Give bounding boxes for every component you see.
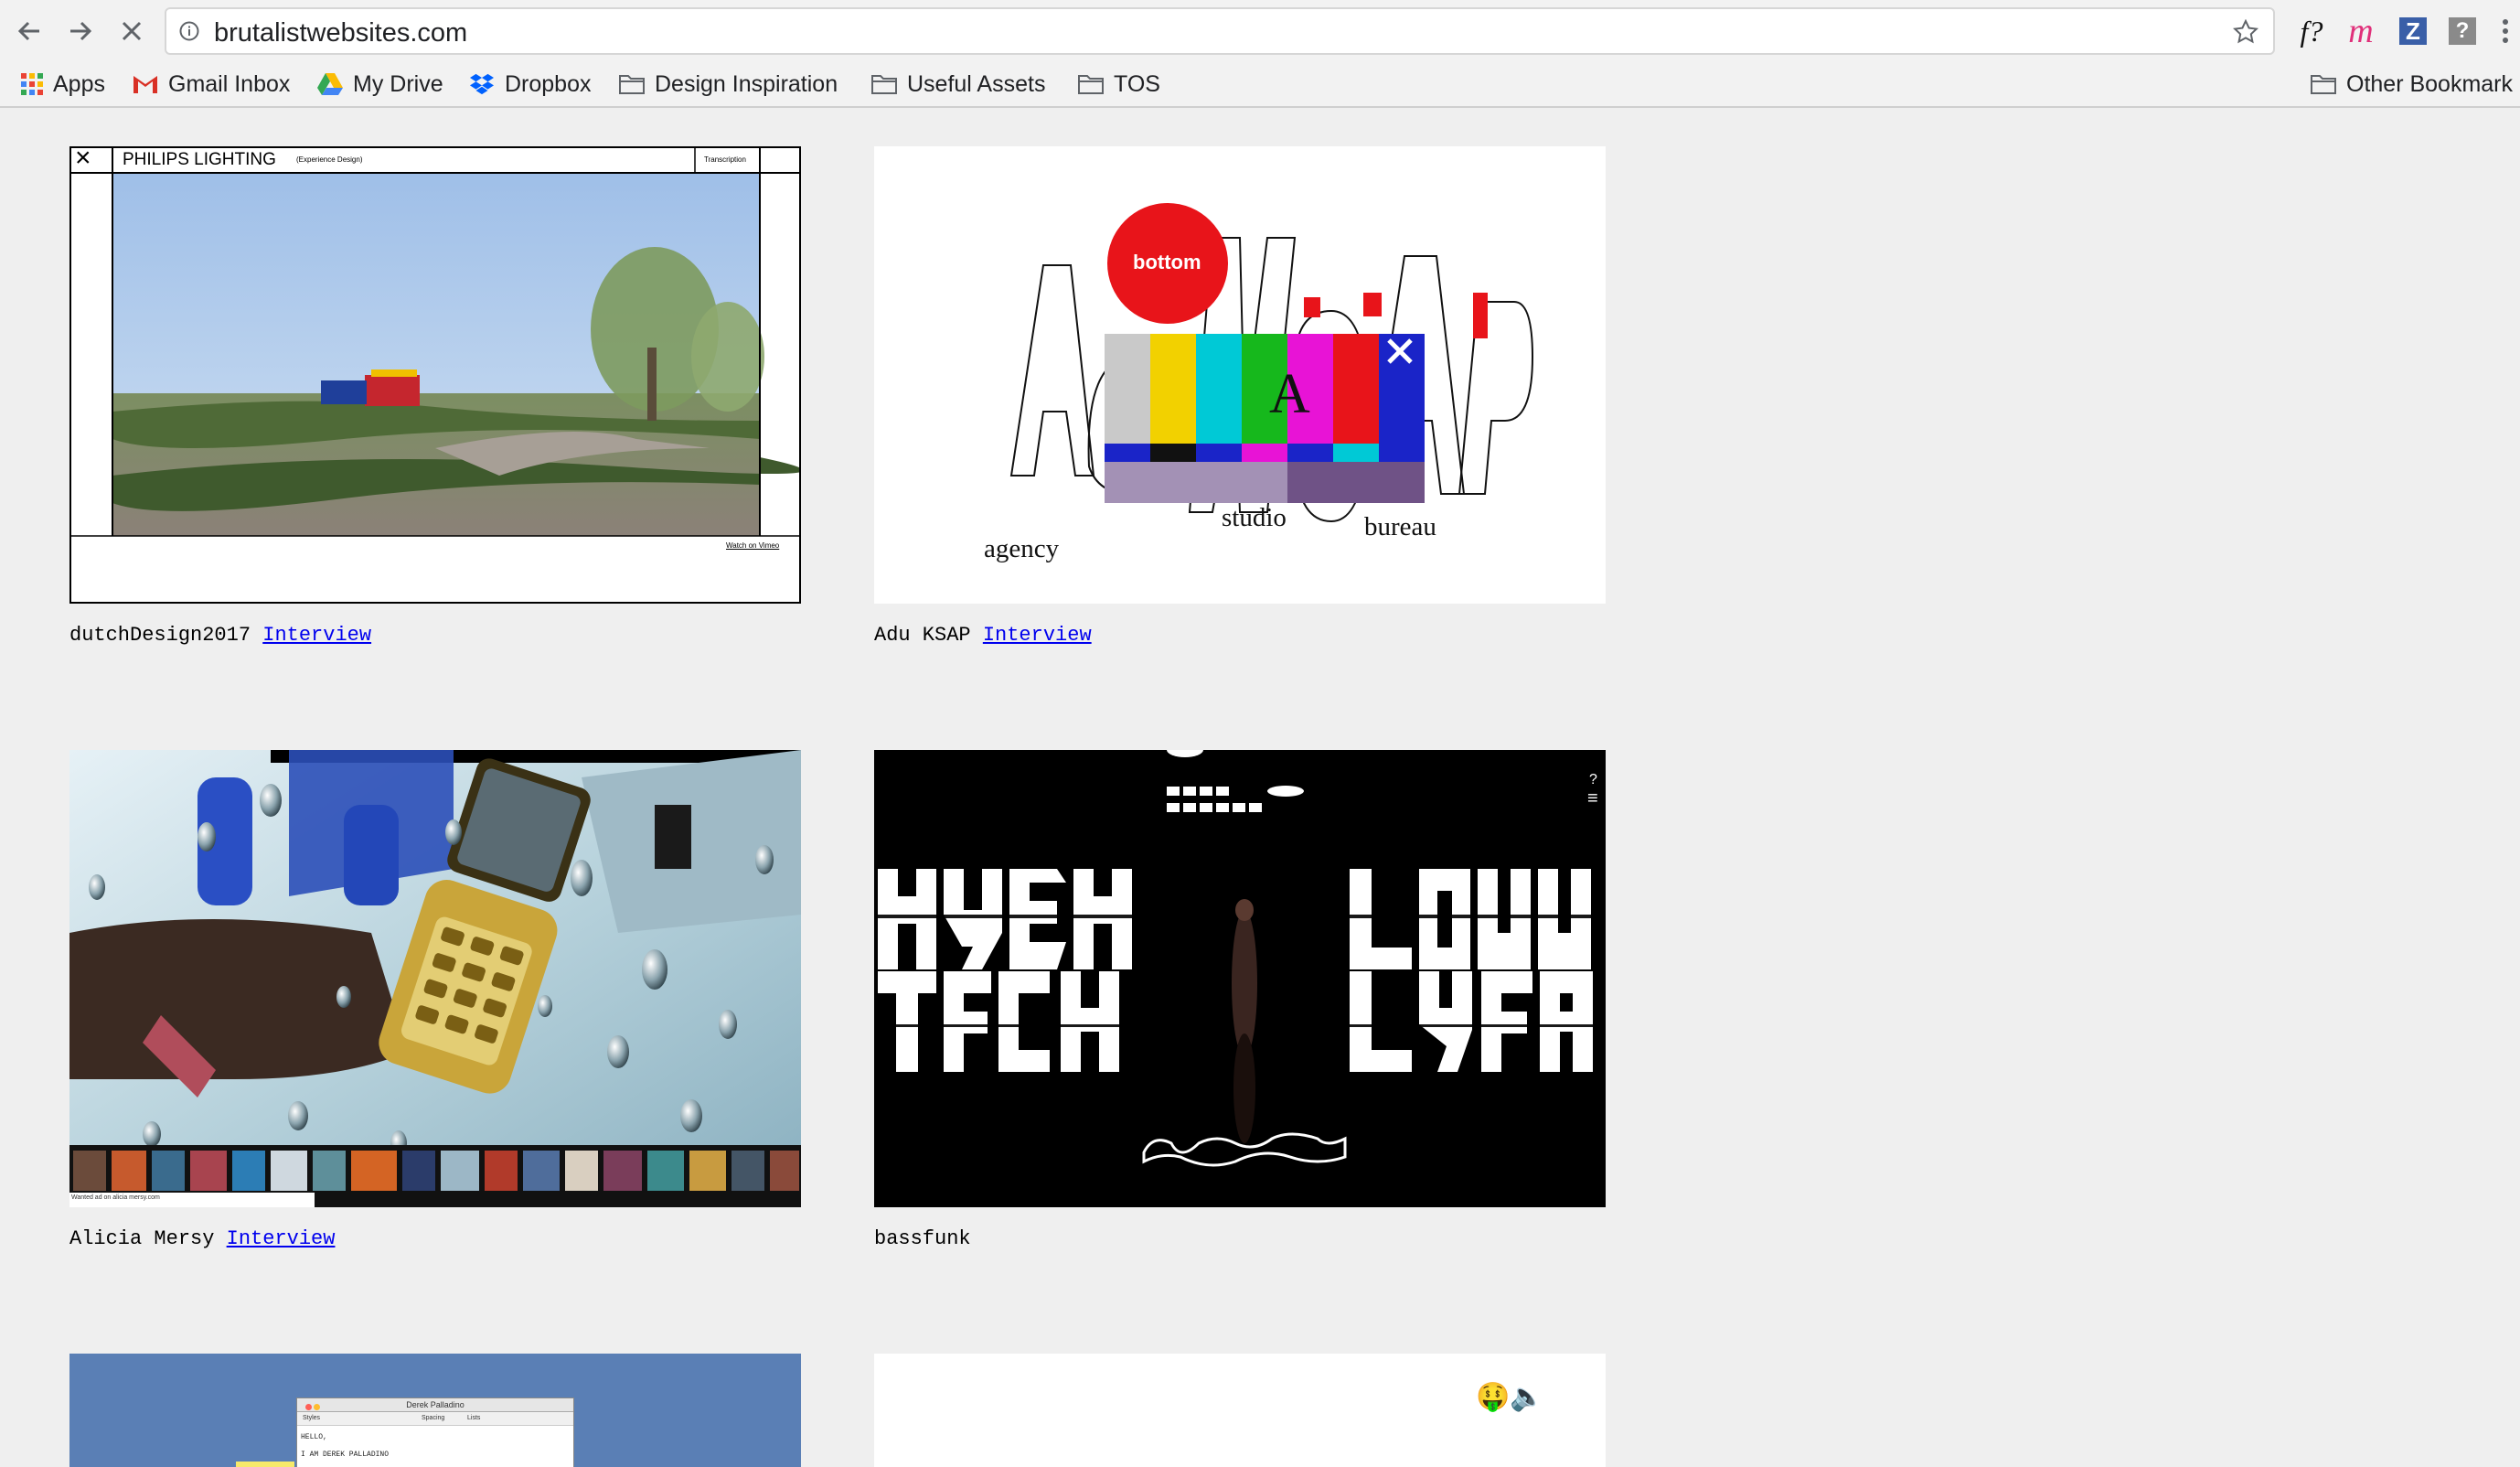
word-toolbar: Styles Spacing Lists: [297, 1412, 573, 1426]
kebab-menu-icon: [2503, 19, 2508, 43]
close-x-icon: [122, 21, 142, 41]
bookmark-other-bookmarks[interactable]: Other Bookmark: [2310, 68, 2513, 101]
document-text-1: HELLO,: [301, 1433, 327, 1441]
minimize-dot-icon[interactable]: [314, 1404, 321, 1410]
forward-button[interactable]: [60, 11, 101, 51]
m-extension-button[interactable]: m: [2343, 12, 2379, 50]
browser-toolbar: brutalistwebsites.com f? m Z ?: [0, 0, 2520, 62]
stop-loading-button[interactable]: [112, 11, 152, 51]
interview-link[interactable]: Interview: [983, 624, 1092, 647]
gmail-icon: [133, 76, 157, 93]
window-titlebar: Derek Palladino: [297, 1398, 573, 1423]
bookmark-label: Design Inspiration: [655, 70, 838, 97]
browser-menu-button[interactable]: [2496, 13, 2515, 49]
hamburger-menu-icon[interactable]: ≡: [1587, 788, 1598, 809]
spacing-dropdown[interactable]: Spacing: [422, 1412, 444, 1425]
bottom-circle-label[interactable]: bottom: [1133, 251, 1201, 274]
bassfunk-screenshot: [874, 750, 1606, 1207]
folder-icon: [871, 75, 897, 94]
bookmark-useful-assets[interactable]: Useful Assets: [870, 68, 1045, 101]
drive-icon: [317, 73, 343, 95]
bookmark-label: My Drive: [353, 70, 443, 97]
back-button[interactable]: [9, 11, 49, 51]
document-text-2: I AM DEREK PALLADINO: [301, 1451, 390, 1459]
site-thumbnail-dutchdesign2017[interactable]: × PHILIPS LIGHTING (Experience Design) T…: [69, 146, 801, 604]
project-subtitle: (Experience Design): [296, 155, 363, 164]
bookmark-label: Gmail Inbox: [168, 70, 291, 97]
help-extension-button[interactable]: ?: [2449, 17, 2476, 45]
site-name: Alicia Mersy: [69, 1227, 215, 1250]
word-agency[interactable]: agency: [984, 534, 1059, 564]
styles-dropdown[interactable]: Styles: [303, 1412, 320, 1425]
window-controls[interactable]: [301, 1401, 325, 1423]
emoji-speaker-icon[interactable]: 🤑🔈: [1476, 1381, 1544, 1413]
bookmark-label: Useful Assets: [907, 70, 1046, 97]
alicia-mersy-screenshot: [69, 750, 801, 1207]
address-bar[interactable]: brutalistwebsites.com: [165, 7, 2275, 55]
bookmarks-bar: Apps Gmail Inbox My Drive Dropbox Design…: [0, 62, 2520, 108]
close-dot-icon[interactable]: [304, 1404, 312, 1410]
fontface-extension-button[interactable]: f?: [2295, 13, 2328, 49]
dropbox-icon: [470, 73, 494, 95]
card-caption: dutchDesign2017 Interview: [69, 624, 371, 647]
site-thumbnail-bassfunk[interactable]: ? ≡: [874, 750, 1606, 1207]
bookmark-label: TOS: [1114, 70, 1160, 97]
site-name: dutchDesign2017: [69, 624, 251, 647]
bookmark-label: Other Bookmark: [2346, 70, 2514, 97]
bookmark-tos[interactable]: TOS: [1077, 68, 1160, 101]
watch-on-vimeo-link[interactable]: Watch on Vimeo: [726, 541, 779, 550]
interview-link[interactable]: Interview: [262, 624, 371, 647]
site-thumbnail-derek-palladino[interactable]: Derek Palladino Styles Spacing Lists HEL…: [69, 1354, 801, 1467]
word-bureau[interactable]: bureau: [1364, 512, 1436, 542]
info-icon[interactable]: [179, 21, 199, 41]
lists-dropdown[interactable]: Lists: [467, 1412, 480, 1425]
bookmark-apps[interactable]: Apps: [20, 68, 105, 101]
folder-icon: [619, 75, 645, 94]
site-thumbnail-alicia-mersy[interactable]: Wanted ad on alicia mersy.com: [69, 750, 801, 1207]
site-thumbnail-emoji[interactable]: 🤑🔈: [874, 1354, 1606, 1467]
apps-grid-icon: [21, 73, 43, 95]
bookmark-dropbox[interactable]: Dropbox: [468, 68, 592, 101]
alicia-footer-note: Wanted ad on alicia mersy.com: [71, 1194, 160, 1201]
site-name: Adu KSAP: [874, 624, 971, 647]
help-icon[interactable]: ?: [1589, 772, 1597, 788]
site-thumbnail-adu-ksap[interactable]: bottom A agency studio bureau: [874, 146, 1606, 604]
project-title: PHILIPS LIGHTING: [123, 150, 276, 169]
window-title: Derek Palladino: [406, 1400, 464, 1409]
philips-lighting-screenshot: [69, 146, 801, 604]
bookmark-label: Dropbox: [505, 70, 592, 97]
card-caption: Alicia Mersy Interview: [69, 1227, 335, 1250]
bookmark-my-drive[interactable]: My Drive: [316, 68, 443, 101]
card-caption: bassfunk: [874, 1227, 971, 1250]
bookmark-design-inspiration[interactable]: Design Inspiration: [618, 68, 838, 101]
folder-icon: [1078, 75, 1104, 94]
back-arrow-icon: [17, 21, 39, 41]
modal-close-icon[interactable]: ×: [75, 146, 91, 174]
bookmark-star-icon[interactable]: [2233, 19, 2258, 45]
folder-icon: [2311, 75, 2336, 94]
sticky-note: [236, 1462, 294, 1467]
url-text[interactable]: brutalistwebsites.com: [214, 18, 467, 48]
z-extension-button[interactable]: Z: [2399, 17, 2427, 45]
bookmark-label: Apps: [53, 70, 105, 97]
card-caption: Adu KSAP Interview: [874, 624, 1092, 647]
transcription-link[interactable]: Transcription: [704, 155, 746, 164]
color-bar-letter: A: [1269, 363, 1310, 425]
word-studio[interactable]: studio: [1222, 503, 1287, 533]
site-name: bassfunk: [874, 1227, 971, 1250]
interview-link[interactable]: Interview: [227, 1227, 336, 1250]
mac-window: Derek Palladino Styles Spacing Lists HEL…: [296, 1397, 574, 1467]
forward-arrow-icon: [70, 21, 92, 41]
bookmark-gmail[interactable]: Gmail Inbox: [132, 68, 290, 101]
